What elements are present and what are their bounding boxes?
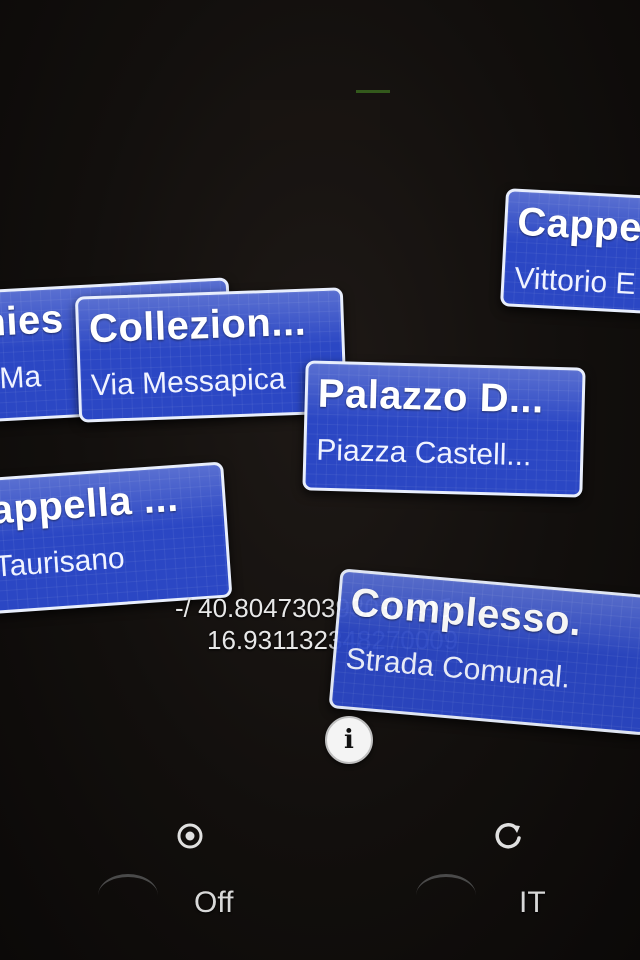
- refresh-icon[interactable]: [494, 822, 524, 852]
- poi-label-cappella-vittorio[interactable]: Cappe Vittorio E: [500, 188, 640, 314]
- poi-subtitle: Piazza Castell...: [315, 433, 532, 473]
- background-building: [250, 100, 380, 140]
- poi-title: appella ...: [0, 475, 180, 533]
- radar-icon[interactable]: [176, 822, 204, 850]
- info-button[interactable]: i: [325, 716, 373, 764]
- poi-subtitle: Vittorio E: [513, 261, 637, 302]
- poi-title: Collezion...: [88, 299, 307, 352]
- info-icon: i: [344, 725, 354, 755]
- language-toggle-label: IT: [519, 886, 546, 919]
- poi-subtitle: Via Messapica: [90, 362, 287, 403]
- poi-subtitle: Strada Comunal.: [344, 642, 572, 695]
- poi-title: Cappe: [516, 199, 640, 251]
- poi-label-complesso[interactable]: Complesso. Strada Comunal.: [328, 568, 640, 736]
- poi-label-palazzo[interactable]: Palazzo D... Piazza Castell...: [302, 360, 586, 498]
- poi-title: Palazzo D...: [317, 371, 545, 422]
- mode-toggle-knob[interactable]: [98, 874, 158, 917]
- poi-subtitle: l Ma: [0, 360, 42, 396]
- poi-title: hies: [0, 296, 65, 346]
- language-toggle-knob[interactable]: [416, 874, 476, 917]
- background-light: [356, 90, 390, 93]
- poi-title: Complesso.: [348, 580, 584, 645]
- mode-toggle-label: Off: [194, 886, 234, 919]
- poi-subtitle: Taurisano: [0, 541, 126, 584]
